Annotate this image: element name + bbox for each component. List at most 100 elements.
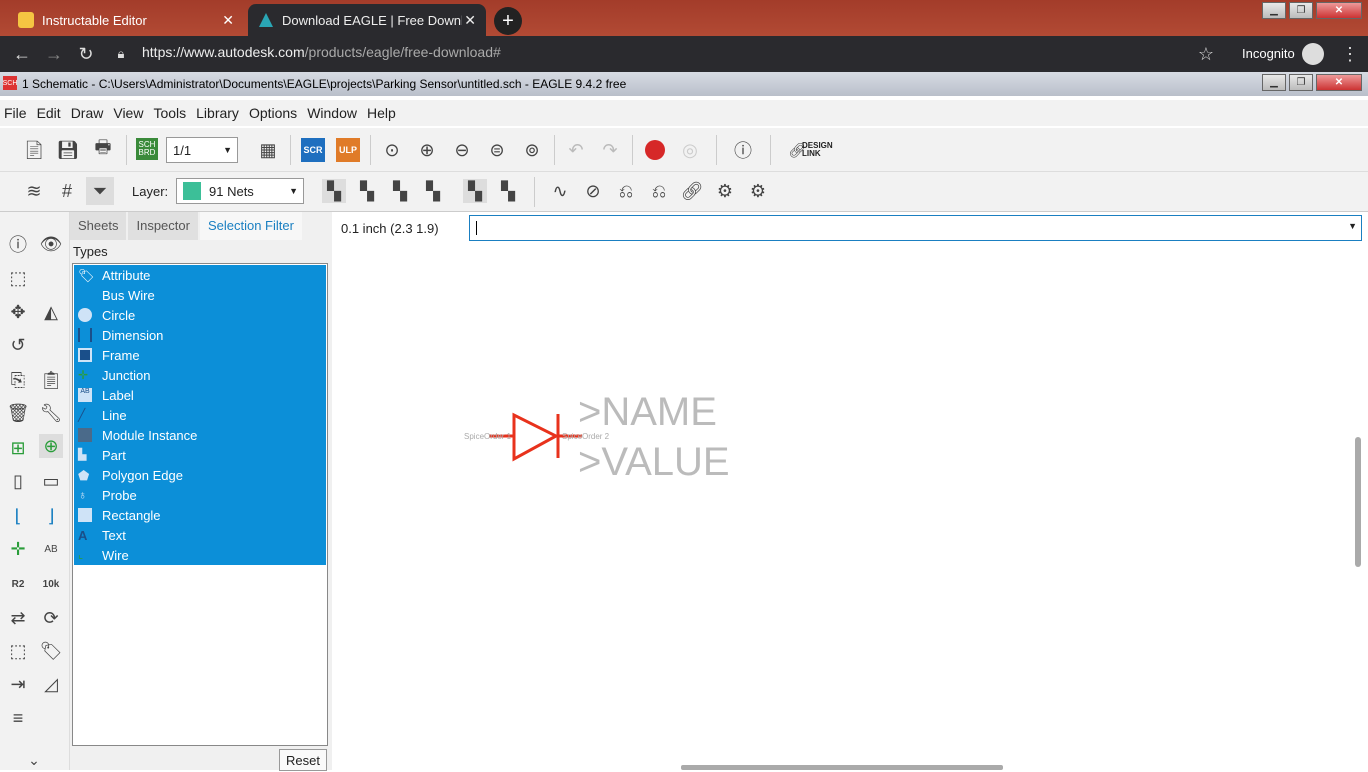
pin-swap-icon[interactable]: ⇄ <box>6 606 30 630</box>
menu-edit[interactable]: Edit <box>37 105 61 121</box>
chevron-down-icon[interactable]: ▼ <box>1348 221 1357 231</box>
browser-tab-instructable[interactable]: Instructable Editor ✕ <box>8 4 244 36</box>
list-item[interactable]: ⬟ Polygon Edge <box>74 465 326 485</box>
menu-icon[interactable]: ⋮ <box>1338 42 1362 66</box>
back-icon[interactable]: ← <box>10 42 34 66</box>
menu-view[interactable]: View <box>113 105 143 121</box>
line-icon[interactable]: ◿ <box>39 672 63 696</box>
tab-sheets[interactable]: Sheets <box>70 212 127 240</box>
bus-icon[interactable]: ⌋ <box>39 504 63 528</box>
print-icon[interactable]: 🖶 <box>91 137 115 162</box>
list-item[interactable]: Rectangle <box>74 505 326 525</box>
gear-icon[interactable]: ⚙ <box>713 179 737 203</box>
ulp-icon[interactable]: ULP <box>336 138 360 162</box>
add-module-icon[interactable]: ⊕ <box>39 434 63 458</box>
reload-icon[interactable]: ↻ <box>74 42 98 66</box>
redo-icon[interactable]: ↷ <box>598 138 622 162</box>
sheet-select[interactable]: 1/1 ▼ <box>166 137 238 163</box>
name-icon[interactable]: R2 <box>6 572 30 596</box>
horizontal-scrollbar[interactable] <box>681 765 1003 770</box>
diode-symbol[interactable] <box>512 412 560 462</box>
chevron-down-icon[interactable]: ⌄ <box>22 748 46 772</box>
incognito-icon[interactable] <box>1302 43 1324 65</box>
sim-icon[interactable]: ⎌ <box>614 179 638 203</box>
forward-icon[interactable]: → <box>42 42 66 66</box>
list-item[interactable]: ♁ Probe <box>74 485 326 505</box>
list-item[interactable]: ▙ Part <box>74 445 326 465</box>
select-icon[interactable]: ⬚ <box>6 266 30 290</box>
gear-icon[interactable]: ⚙ <box>746 179 770 203</box>
command-input[interactable]: ▼ <box>469 215 1362 241</box>
net-icon[interactable]: ⌊ <box>6 504 30 528</box>
list-item[interactable]: Module Instance <box>74 425 326 445</box>
paste-icon[interactable]: 📋︎ <box>39 368 63 392</box>
reset-button[interactable]: Reset <box>279 749 327 771</box>
copy-icon[interactable]: ⎘ <box>6 368 30 392</box>
maximize-button[interactable]: ❐ <box>1289 2 1313 19</box>
minimize-button[interactable]: ▁ <box>1262 2 1286 19</box>
menu-help[interactable]: Help <box>367 105 396 121</box>
probe-icon[interactable]: ⊘ <box>581 179 605 203</box>
minimize-button[interactable]: ▁ <box>1262 74 1286 91</box>
schematic-canvas[interactable]: SpiceOrder 1 SpiceOrder 2 >NAME >VALUE <box>334 244 1352 764</box>
align-icon[interactable]: ▚ <box>463 179 487 203</box>
zoom-out-icon[interactable]: ⊖ <box>450 138 474 162</box>
grid-icon[interactable]: # <box>55 179 79 203</box>
new-tab-button[interactable]: + <box>494 7 522 35</box>
sim-icon[interactable]: ⎌ <box>647 179 671 203</box>
filter-icon[interactable]: ⏷ <box>86 177 114 205</box>
menu-window[interactable]: Window <box>307 105 357 121</box>
list-item[interactable]: ✛ Junction <box>74 365 326 385</box>
gate-icon[interactable]: ▭ <box>39 469 63 493</box>
design-link-button[interactable]: DESIGN LINK <box>802 142 836 158</box>
star-icon[interactable]: ☆ <box>1194 42 1218 66</box>
list-item[interactable]: ╱ Line <box>74 405 326 425</box>
align-icon[interactable]: ▚ <box>421 179 445 203</box>
zoom-select-icon[interactable]: ⊚ <box>520 138 544 162</box>
rotate-icon[interactable]: ↺ <box>6 333 30 357</box>
zoom-redraw-icon[interactable]: ⊜ <box>485 138 509 162</box>
align-icon[interactable]: ▚ <box>496 179 520 203</box>
label-icon[interactable]: AB <box>39 537 63 561</box>
url-field[interactable]: https://www.autodesk.com/products/eagle/… <box>142 44 501 60</box>
zoom-fit-icon[interactable]: ⊙ <box>380 138 404 162</box>
browser-tab-eagle[interactable]: Download EAGLE | Free Downloa ✕ <box>248 4 486 36</box>
junction-icon[interactable]: ✛ <box>6 537 30 561</box>
sch-brd-switch-icon[interactable]: SCH BRD <box>136 138 158 160</box>
cam-icon[interactable]: ▦ <box>256 138 280 162</box>
wrench-icon[interactable]: 🔧︎ <box>39 401 63 425</box>
layers-icon[interactable]: ≋ <box>22 179 46 203</box>
smash-icon[interactable]: ⬚ <box>6 639 30 663</box>
menu-draw[interactable]: Draw <box>71 105 104 121</box>
maximize-button[interactable]: ❐ <box>1289 74 1313 91</box>
undo-icon[interactable]: ↶ <box>564 138 588 162</box>
delete-icon[interactable]: 🗑︎ <box>6 401 30 425</box>
list-item[interactable]: Circle <box>74 305 326 325</box>
vertical-scrollbar[interactable] <box>1355 437 1361 567</box>
list-item[interactable]: Bus Wire <box>74 285 326 305</box>
move-icon[interactable]: ✥ <box>6 300 30 324</box>
list-item[interactable]: 🏷︎ Attribute <box>74 265 326 285</box>
layer-select[interactable]: 91 Nets ▼ <box>176 178 304 204</box>
align-icon[interactable]: ▚ <box>355 179 379 203</box>
menu-options[interactable]: Options <box>249 105 297 121</box>
value-icon[interactable]: 10k <box>39 572 63 596</box>
list-item[interactable]: AB Label <box>74 385 326 405</box>
add-part-icon[interactable]: ⊞ <box>6 436 30 460</box>
close-icon[interactable]: ✕ <box>222 12 234 29</box>
go-icon[interactable]: ◎ <box>678 138 702 162</box>
list-item[interactable]: A Text <box>74 525 326 545</box>
replace-icon[interactable]: ▯ <box>6 469 30 493</box>
list-item[interactable]: Dimension <box>74 325 326 345</box>
port-icon[interactable]: ⇥ <box>6 672 30 696</box>
align-icon[interactable]: ▚ <box>388 179 412 203</box>
list-item[interactable]: ⌞ Wire <box>74 545 326 565</box>
text-align-icon[interactable]: ≡ <box>6 706 30 730</box>
menu-tools[interactable]: Tools <box>153 105 186 121</box>
tab-inspector[interactable]: Inspector <box>128 212 198 240</box>
attribute-icon[interactable]: ⟳ <box>39 606 63 630</box>
add-link-icon[interactable]: 🔗︎ <box>680 179 704 203</box>
info-icon[interactable]: ⓘ <box>6 232 30 256</box>
close-window-button[interactable]: ✕ <box>1316 74 1362 91</box>
zoom-in-icon[interactable]: ⊕ <box>415 138 439 162</box>
